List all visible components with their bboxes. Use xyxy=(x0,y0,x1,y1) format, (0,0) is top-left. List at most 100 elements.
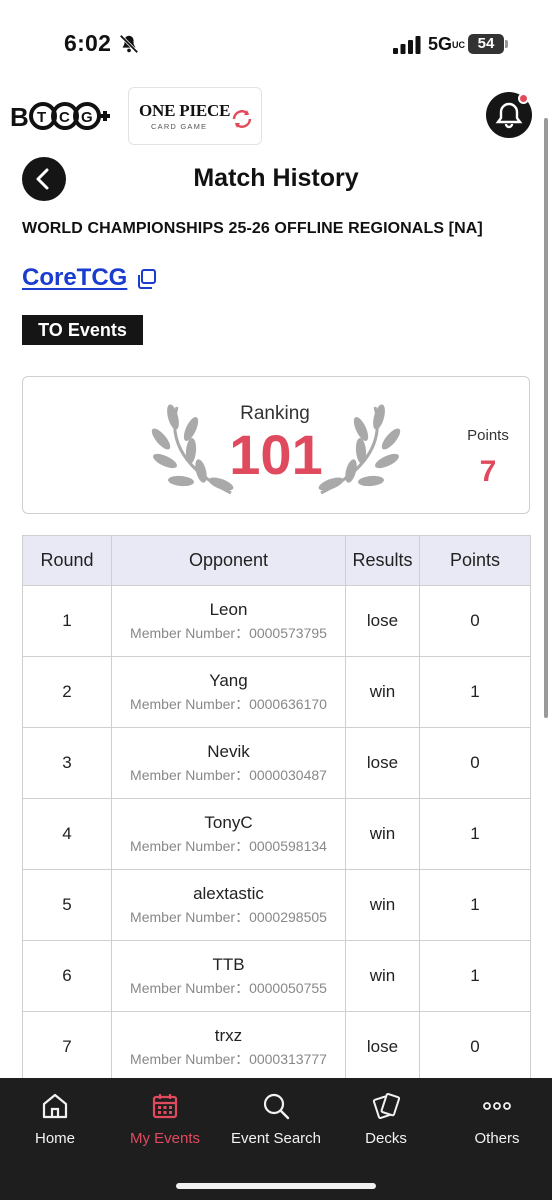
round-cell: 2 xyxy=(22,656,112,728)
home-indicator xyxy=(176,1183,376,1189)
points-cell: 0 xyxy=(419,1011,531,1083)
nav-item-my-events[interactable]: My Events xyxy=(110,1078,220,1158)
match-results-table: Round Opponent Results Points 1 Leon Memb… xyxy=(22,535,531,1083)
nav-item-decks[interactable]: Decks xyxy=(331,1078,441,1158)
status-bar: 6:02 5GUC 54 xyxy=(0,0,552,82)
opponent-name: TonyC xyxy=(204,813,253,832)
nav-label-home: Home xyxy=(34,1130,75,1147)
opponent-cell: alextastic Member Number：0000298505 xyxy=(111,869,346,941)
column-header-opponent: Opponent xyxy=(111,535,346,586)
ranking-label: Ranking xyxy=(240,403,310,424)
member-number: Member Number：0000313777 xyxy=(130,1051,327,1067)
cards-icon xyxy=(372,1092,401,1119)
points-cell: 1 xyxy=(419,869,531,941)
one-piece-card-game-logo[interactable]: ONE PIECE CARD GAME xyxy=(128,87,262,145)
points-cell: 1 xyxy=(419,656,531,728)
nav-item-event-search[interactable]: Event Search xyxy=(221,1078,331,1158)
svg-text:B: B xyxy=(10,102,29,132)
opponent-cell: TonyC Member Number：0000598134 xyxy=(111,798,346,870)
member-number: Member Number：0000298505 xyxy=(130,909,327,925)
opponent-cell: Leon Member Number：0000573795 xyxy=(111,585,346,657)
app-header: B T C G ONE PIECE CARD GAME xyxy=(0,82,552,150)
table-header-row: Round Opponent Results Points xyxy=(22,535,531,586)
round-cell: 3 xyxy=(22,727,112,799)
svg-text:T: T xyxy=(37,109,46,126)
member-number: Member Number：0000050755 xyxy=(130,980,327,996)
bottom-navigation: Home My Events Event Search Decks Others xyxy=(0,1078,552,1200)
points-cell: 0 xyxy=(419,585,531,657)
table-row: 1 Leon Member Number：0000573795 lose 0 xyxy=(22,585,531,657)
round-cell: 6 xyxy=(22,940,112,1012)
game-logo-title: ONE PIECE xyxy=(139,101,231,120)
status-time: 6:02 xyxy=(64,30,112,56)
table-row: 2 Yang Member Number：0000636170 win 1 xyxy=(22,656,531,728)
column-header-round: Round xyxy=(22,535,112,586)
scrollbar[interactable] xyxy=(544,118,548,718)
search-icon xyxy=(263,1093,290,1120)
external-link-icon[interactable] xyxy=(135,268,157,290)
points-cell: 1 xyxy=(419,798,531,870)
nav-item-others[interactable]: Others xyxy=(442,1078,552,1158)
result-cell: win xyxy=(345,869,420,941)
opponent-cell: trxz Member Number：0000313777 xyxy=(111,1011,346,1083)
points-value: 7 xyxy=(479,455,497,488)
opponent-cell: Nevik Member Number：0000030487 xyxy=(111,727,346,799)
notifications-button[interactable] xyxy=(486,92,532,138)
opponent-name: Leon xyxy=(209,600,248,619)
table-row: 7 trxz Member Number：0000313777 lose 0 xyxy=(22,1011,531,1083)
result-cell: lose xyxy=(345,727,420,799)
round-cell: 1 xyxy=(22,585,112,657)
nav-label-decks: Decks xyxy=(365,1130,407,1147)
home-icon xyxy=(42,1093,68,1119)
member-number: Member Number：0000573795 xyxy=(130,625,327,641)
btcg-logo[interactable]: B T C G xyxy=(10,98,110,134)
svg-text:C: C xyxy=(59,109,70,126)
result-cell: win xyxy=(345,940,420,1012)
opponent-cell: TTB Member Number：0000050755 xyxy=(111,940,346,1012)
refresh-swirl-icon xyxy=(232,110,252,128)
result-cell: lose xyxy=(345,1011,420,1083)
cellular-signal-icon xyxy=(393,36,421,54)
round-cell: 5 xyxy=(22,869,112,941)
table-row: 6 TTB Member Number：0000050755 win 1 xyxy=(22,940,531,1012)
column-header-results: Results xyxy=(345,535,420,586)
column-header-points: Points xyxy=(419,535,531,586)
to-events-badge: TO Events xyxy=(22,315,143,345)
battery-icon: 54 xyxy=(468,34,504,54)
table-row: 3 Nevik Member Number：0000030487 lose 0 xyxy=(22,727,531,799)
table-row: 4 TonyC Member Number：0000598134 win 1 xyxy=(22,798,531,870)
points-label: Points xyxy=(467,427,509,444)
game-logo-subtitle: CARD GAME xyxy=(151,122,208,131)
calendar-icon xyxy=(152,1094,178,1119)
result-cell: win xyxy=(345,798,420,870)
battery-tip xyxy=(505,40,508,48)
member-number: Member Number：0000636170 xyxy=(130,696,327,712)
opponent-name: TTB xyxy=(212,955,245,974)
points-cell: 0 xyxy=(419,727,531,799)
network-type: 5GUC xyxy=(428,34,466,54)
svg-text:G: G xyxy=(81,109,93,126)
nav-item-home[interactable]: Home xyxy=(0,1078,110,1158)
table-row: 5 alextastic Member Number：0000298505 win… xyxy=(22,869,531,941)
result-cell: win xyxy=(345,656,420,728)
opponent-name: alextastic xyxy=(193,884,264,903)
ranking-value: 101 xyxy=(229,423,323,486)
store-link[interactable]: CoreTCG xyxy=(22,264,127,292)
round-cell: 7 xyxy=(22,1011,112,1083)
nav-label-others: Others xyxy=(474,1130,520,1147)
nav-label-my-events: My Events xyxy=(129,1130,201,1147)
round-cell: 4 xyxy=(22,798,112,870)
opponent-cell: Yang Member Number：0000636170 xyxy=(111,656,346,728)
event-name: WORLD CHAMPIONSHIPS 25-26 OFFLINE REGION… xyxy=(22,220,483,237)
opponent-name: Nevik xyxy=(207,742,250,761)
notification-badge xyxy=(518,93,529,104)
more-icon xyxy=(483,1102,511,1110)
result-cell: lose xyxy=(345,585,420,657)
member-number: Member Number：0000030487 xyxy=(130,767,327,783)
ranking-card: Ranking 101 Points 7 xyxy=(22,376,530,514)
opponent-name: trxz xyxy=(214,1026,243,1045)
page-title: Match History xyxy=(193,164,359,192)
nav-label-event-search: Event Search xyxy=(230,1130,322,1147)
member-number: Member Number：0000598134 xyxy=(130,838,327,854)
points-cell: 1 xyxy=(419,940,531,1012)
